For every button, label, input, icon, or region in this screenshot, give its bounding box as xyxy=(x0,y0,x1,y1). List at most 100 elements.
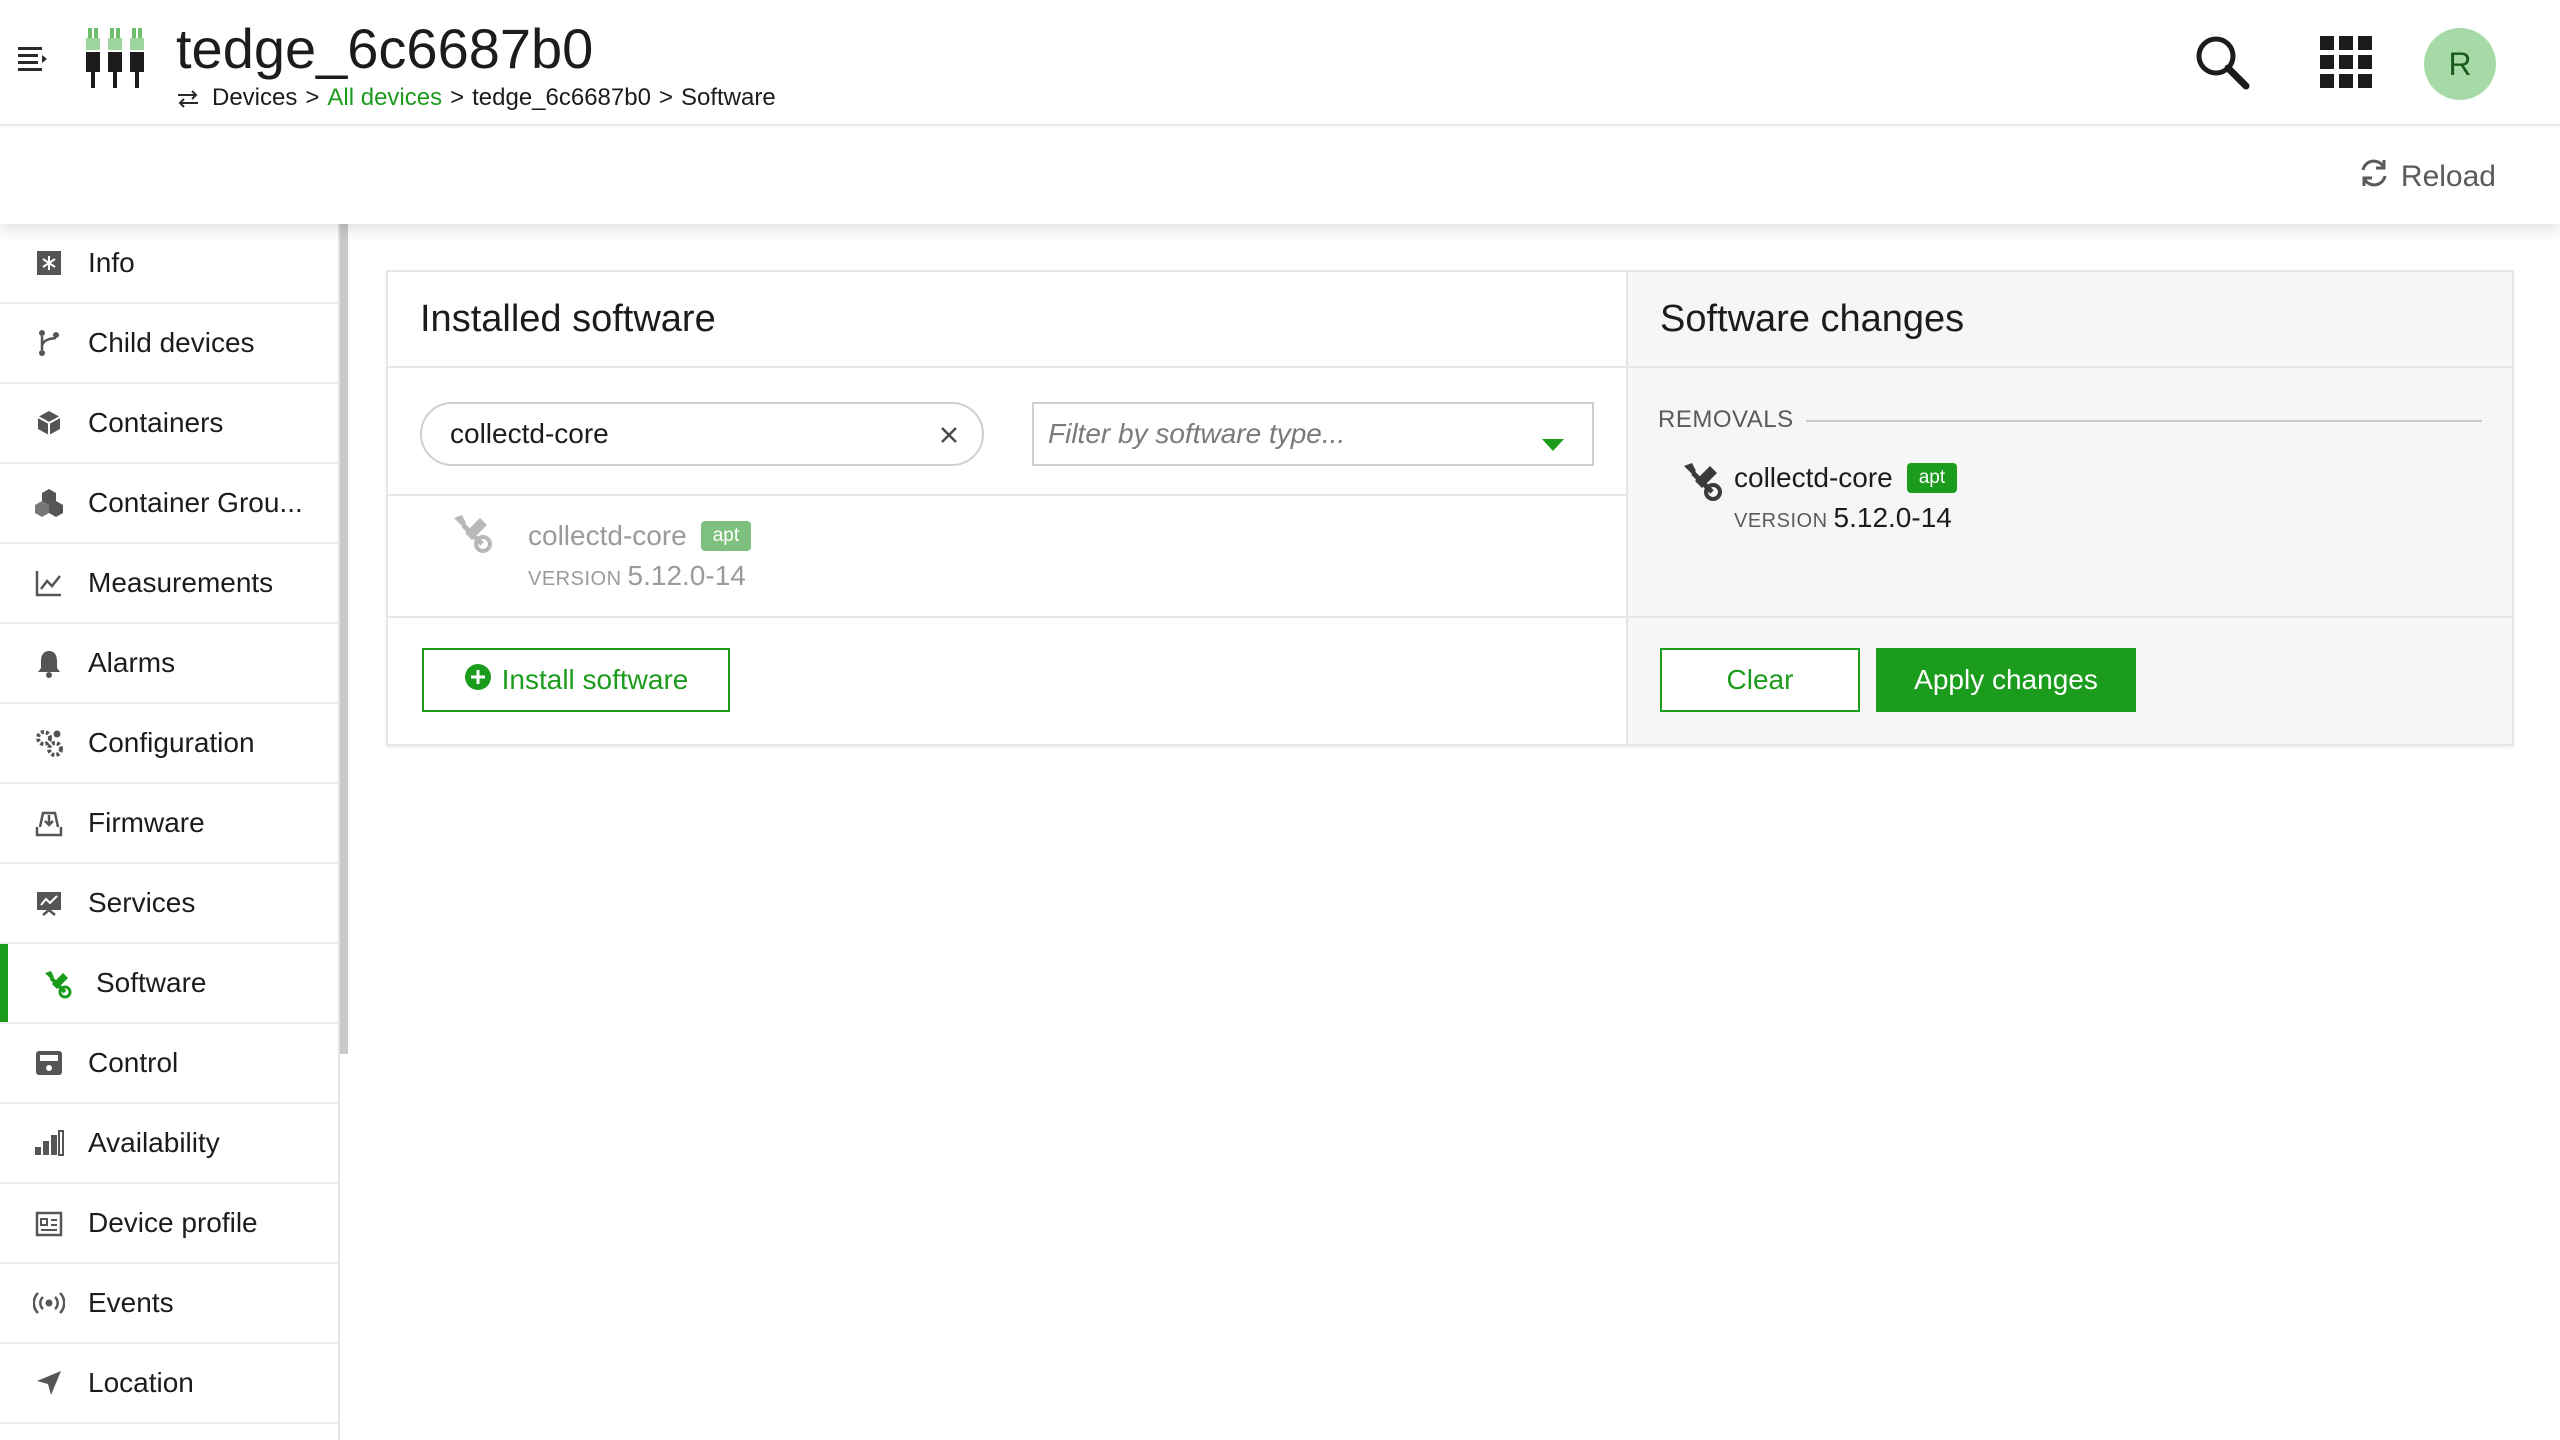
apply-changes-button[interactable]: Apply changes xyxy=(1876,648,2136,712)
action-bar: Reload xyxy=(0,128,2560,224)
user-avatar[interactable]: R xyxy=(2424,28,2496,100)
install-software-button[interactable]: Install software xyxy=(422,648,730,712)
software-icon xyxy=(40,966,74,1000)
page-title: tedge_6c6687b0 xyxy=(176,17,594,80)
sidebar-item-device-profile[interactable]: Device profile xyxy=(0,1184,338,1264)
sidebar-item-label: Configuration xyxy=(88,727,255,758)
software-changes-panel: Software changes REMOVALS collectd-core a… xyxy=(1626,272,2512,744)
installed-software-title: Installed software xyxy=(420,298,716,340)
location-arrow-icon xyxy=(32,1366,66,1400)
installed-software-panel: Installed software collectd-core Filter … xyxy=(388,272,1626,744)
gears-icon xyxy=(32,726,66,760)
breadcrumb-device: tedge_6c6687b0 xyxy=(472,84,651,111)
sidebar-item-label: Container Grou... xyxy=(88,487,303,518)
sidebar-item-control[interactable]: Control xyxy=(0,1024,338,1104)
list-item: collectd-core apt VERSION 5.12.0-14 xyxy=(1628,448,2514,568)
services-icon xyxy=(32,886,66,920)
sidebar-item-alarms[interactable]: Alarms xyxy=(0,624,338,704)
sidebar-item-child-devices[interactable]: Child devices xyxy=(0,304,338,384)
clear-search-icon[interactable] xyxy=(934,420,964,450)
software-card: Installed software collectd-core Filter … xyxy=(386,270,2514,746)
reload-button[interactable]: Reload xyxy=(2357,156,2496,198)
sidebar-item-software[interactable]: Software xyxy=(0,944,338,1024)
menu-icon[interactable] xyxy=(18,46,48,72)
search-icon[interactable] xyxy=(2192,32,2252,92)
sidebar-item-location[interactable]: Location xyxy=(0,1344,338,1424)
software-name: collectd-core apt xyxy=(528,520,752,553)
breadcrumb: Devices > All devices > tedge_6c6687b0 >… xyxy=(176,84,776,112)
filter-placeholder: Filter by software type... xyxy=(1048,418,1346,449)
software-changes-title: Software changes xyxy=(1660,298,1965,340)
sidebar-item-containers[interactable]: Containers xyxy=(0,384,338,464)
reload-label: Reload xyxy=(2400,160,2496,193)
sidebar-item-configuration[interactable]: Configuration xyxy=(0,704,338,784)
removals-divider xyxy=(1806,420,2482,422)
sidebar-item-availability[interactable]: Availability xyxy=(0,1104,338,1184)
sidebar-item-info[interactable]: Info xyxy=(0,224,338,304)
sidebar-item-label: Location xyxy=(88,1367,194,1398)
sidebar-item-label: Events xyxy=(88,1287,174,1318)
breadcrumb-separator: > xyxy=(305,84,320,111)
divider xyxy=(1628,616,2512,618)
apps-grid-icon[interactable] xyxy=(2318,34,2374,90)
software-version: VERSION 5.12.0-14 xyxy=(1734,502,1952,533)
swap-icon[interactable] xyxy=(176,88,200,108)
device-profile-icon xyxy=(32,1206,66,1240)
sidebar-item-label: Measurements xyxy=(88,567,274,598)
search-value: collectd-core xyxy=(450,418,609,449)
sidebar-item-services[interactable]: Services xyxy=(0,864,338,944)
sidebar-item-label: Firmware xyxy=(88,807,205,838)
sidebar-item-events[interactable]: Events xyxy=(0,1264,338,1344)
sidebar-item-label: Info xyxy=(88,247,135,278)
software-type-filter[interactable]: Filter by software type... xyxy=(1032,402,1594,466)
app-header: tedge_6c6687b0 Devices > All devices > t… xyxy=(0,0,2560,126)
removals-heading: REMOVALS xyxy=(1658,406,1794,433)
sidebar-item-label: Device profile xyxy=(88,1207,258,1238)
broadcast-icon xyxy=(32,1286,66,1320)
info-icon xyxy=(32,246,66,280)
line-chart-icon xyxy=(32,566,66,600)
list-item[interactable]: collectd-core apt VERSION 5.12.0-14 xyxy=(388,494,1626,614)
breadcrumb-separator: > xyxy=(450,84,465,111)
software-search-input[interactable]: collectd-core xyxy=(420,402,984,466)
software-version: VERSION 5.12.0-14 xyxy=(528,560,746,591)
breadcrumb-all-devices-link[interactable]: All devices xyxy=(327,84,442,112)
breadcrumb-devices: Devices xyxy=(212,84,298,111)
child-devices-icon xyxy=(32,326,66,360)
control-icon xyxy=(32,1046,66,1080)
divider xyxy=(388,616,1626,618)
software-type-badge: apt xyxy=(1906,462,1958,493)
clear-button[interactable]: Clear xyxy=(1660,648,1860,712)
bell-icon xyxy=(32,646,66,680)
breadcrumb-current: Software xyxy=(680,84,776,111)
sidebar-nav: Info Child devices Containers Container … xyxy=(0,224,340,1440)
refresh-icon xyxy=(2357,156,2391,198)
sidebar-scrollbar[interactable] xyxy=(340,224,348,1054)
firmware-icon xyxy=(32,806,66,840)
chevron-down-icon xyxy=(1540,428,1566,451)
divider xyxy=(388,366,1626,368)
clear-label: Clear xyxy=(1726,664,1794,695)
software-name: collectd-core apt xyxy=(1734,462,1958,495)
bar-chart-icon xyxy=(32,1126,66,1160)
plus-circle-icon xyxy=(464,663,492,698)
sidebar-item-label: Containers xyxy=(88,407,224,438)
container-group-icon xyxy=(32,486,66,520)
sidebar-item-label: Child devices xyxy=(88,327,255,358)
sidebar-item-label: Control xyxy=(88,1047,179,1078)
container-icon xyxy=(32,406,66,440)
sidebar-item-label: Alarms xyxy=(88,647,176,678)
sidebar-item-firmware[interactable]: Firmware xyxy=(0,784,338,864)
sidebar-item-container-group[interactable]: Container Grou... xyxy=(0,464,338,544)
sidebar-item-label: Services xyxy=(88,887,196,918)
sidebar-item-label: Software xyxy=(96,967,207,998)
apply-changes-label: Apply changes xyxy=(1914,664,2098,695)
breadcrumb-separator: > xyxy=(658,84,673,111)
software-icon xyxy=(1680,458,1724,502)
sidebar-item-measurements[interactable]: Measurements xyxy=(0,544,338,624)
device-icon xyxy=(82,26,148,92)
software-icon xyxy=(450,510,494,554)
divider xyxy=(1628,366,2512,368)
software-type-badge: apt xyxy=(700,520,752,551)
install-software-label: Install software xyxy=(501,664,689,695)
